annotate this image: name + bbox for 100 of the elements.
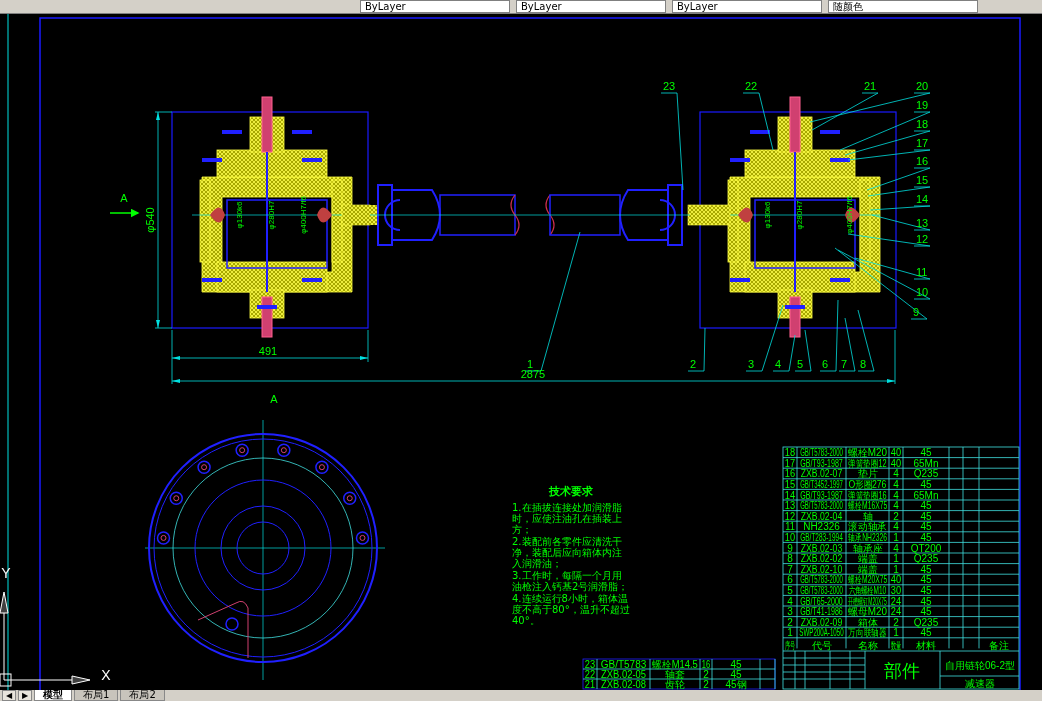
view-label: A — [120, 192, 128, 204]
fit-tolerance-label: φ280H7 — [795, 200, 804, 230]
table-cell: 3 — [787, 606, 793, 618]
table-cell: GB/T5783 — [600, 659, 647, 670]
axis-label: Y — [1, 565, 11, 581]
table-cell: GB/T5783-2000 — [800, 585, 843, 597]
table-cell: 万向联轴器 — [848, 627, 887, 639]
property-dropdown[interactable]: ByLayer — [360, 0, 510, 13]
fit-tolerance-label: φ130k6 — [235, 201, 244, 229]
requirement-text: 4.连续运行8小时，箱体温度不高于80°，温升不超过40°。 — [512, 593, 630, 626]
table-cell: 1 — [893, 531, 899, 543]
table-cell: 端盖 — [857, 563, 878, 575]
table-cell: 45 — [920, 574, 932, 586]
table-cell: 弹簧垫圈12 — [848, 457, 887, 469]
table-cell: 螺栓M20X75 — [847, 573, 888, 586]
table-cell: 40 — [890, 446, 902, 459]
layout-tab[interactable]: 布局2 — [120, 690, 165, 701]
table-cell: GB/T283-1994 — [800, 531, 843, 544]
column-header: 名称 — [857, 639, 878, 651]
table-cell: 45 — [730, 669, 742, 680]
part-number-label: 1 — [527, 358, 534, 370]
table-cell: 17 — [784, 457, 796, 469]
part-number-label: 18 — [916, 118, 929, 130]
table-cell: 2 — [703, 679, 709, 690]
table-cell: 10 — [784, 531, 796, 543]
fit-tolerance-label: φ400H7/f6 — [299, 196, 308, 234]
table-cell: 12 — [784, 510, 796, 522]
ucs-axes-icon — [0, 591, 91, 687]
table-cell: 4 — [893, 468, 899, 480]
table-cell: 8 — [787, 553, 793, 565]
table-cell: ZXB.02-07 — [800, 468, 843, 480]
table-cell: 16 — [784, 467, 796, 480]
table-cell: 40 — [890, 457, 902, 469]
table-cell: ZXB.02-02 — [800, 553, 843, 565]
layout-tab[interactable]: 模型 — [34, 690, 72, 701]
leader-line — [871, 214, 931, 231]
part-number-label: 20 — [916, 80, 929, 92]
part-number-label: 23 — [663, 80, 676, 92]
part-number-label: 13 — [916, 217, 929, 229]
table-cell: ZXB.02-10 — [800, 564, 843, 575]
column-header: 材料 — [916, 639, 936, 651]
table-cell: 开槽螺钉M20X75 — [848, 595, 887, 608]
table-cell: 45 — [920, 563, 932, 575]
part-number-label: 19 — [916, 99, 929, 111]
layout-tab[interactable]: 布局1 — [74, 690, 119, 701]
table-cell: 端盖 — [857, 553, 878, 565]
table-cell: 45 — [920, 627, 932, 639]
table-cell: GB/T5783-2000 — [800, 574, 843, 586]
table-cell: 7 — [787, 563, 793, 575]
table-cell: 齿轮 — [665, 679, 685, 690]
table-cell: 2 — [893, 510, 899, 522]
table-cell: 45 — [920, 595, 932, 607]
property-dropdown[interactable]: ByLayer — [672, 0, 822, 13]
dimension-label: 491 — [258, 345, 278, 357]
table-cell: 螺栓M20 — [847, 447, 888, 459]
table-cell: 轴承NH2326 — [848, 531, 887, 544]
table-cell: 65Mn — [913, 489, 939, 501]
requirement-text: 2.装配前各零件应清洗干净，装配后应向箱体内注入润滑油； — [512, 536, 623, 569]
dimension-label: φ540 — [144, 207, 156, 233]
table-cell: ZXB.02-04 — [800, 511, 843, 522]
title-block-text: 部件 — [884, 661, 920, 681]
table-cell: 5 — [787, 584, 793, 596]
table-cell: GB/T3452-1997 — [800, 479, 843, 491]
title-block-text: 自用链轮06-2型 — [945, 660, 1015, 671]
table-cell: 21 — [584, 678, 596, 690]
table-cell: 螺母M20 — [847, 606, 888, 618]
table-cell: 9 — [787, 542, 793, 554]
part-number-label: 4 — [775, 358, 782, 370]
part-number-label: 3 — [748, 358, 755, 370]
table-cell: 16 — [701, 659, 711, 671]
view-label: A — [270, 393, 278, 405]
tab-scroll-button[interactable]: ▶ — [18, 690, 32, 701]
table-cell: 22 — [584, 668, 596, 681]
column-header: 序号 — [784, 640, 796, 652]
part-number-label: 17 — [916, 137, 929, 149]
property-dropdown[interactable]: 随颜色 — [828, 0, 978, 13]
property-dropdown[interactable]: ByLayer — [516, 0, 666, 13]
tab-scroll-button[interactable]: ◀ — [2, 690, 16, 701]
table-cell: GB/T93-1987 — [800, 457, 843, 469]
table-cell: 2 — [703, 669, 709, 680]
table-cell: 45 — [920, 531, 932, 543]
table-cell: 轴套 — [665, 669, 685, 680]
table-cell: Q235 — [913, 553, 939, 565]
table-cell: 1 — [893, 563, 899, 575]
table-cell: 40 — [890, 573, 902, 586]
view-arrow-icon — [109, 208, 140, 218]
table-cell: 45 — [920, 500, 932, 512]
part-number-label: 9 — [913, 306, 920, 318]
technical-requirements-title: 技术要求 — [549, 486, 593, 497]
table-cell: ZXB.02-05 — [600, 668, 647, 681]
leader-line — [869, 205, 931, 211]
table-cell: 4 — [893, 542, 899, 554]
table-cell: 65Mn — [913, 457, 939, 469]
table-cell: 45 — [920, 447, 932, 459]
table-cell: 六角螺栓M10 — [848, 584, 887, 597]
dimension-label: 2875 — [520, 368, 546, 380]
table-cell: Q235 — [913, 468, 939, 480]
table-cell: 4 — [893, 500, 899, 512]
table-cell: GB/T41-1986 — [800, 605, 843, 618]
table-cell: 螺栓M16X75 — [847, 499, 888, 512]
